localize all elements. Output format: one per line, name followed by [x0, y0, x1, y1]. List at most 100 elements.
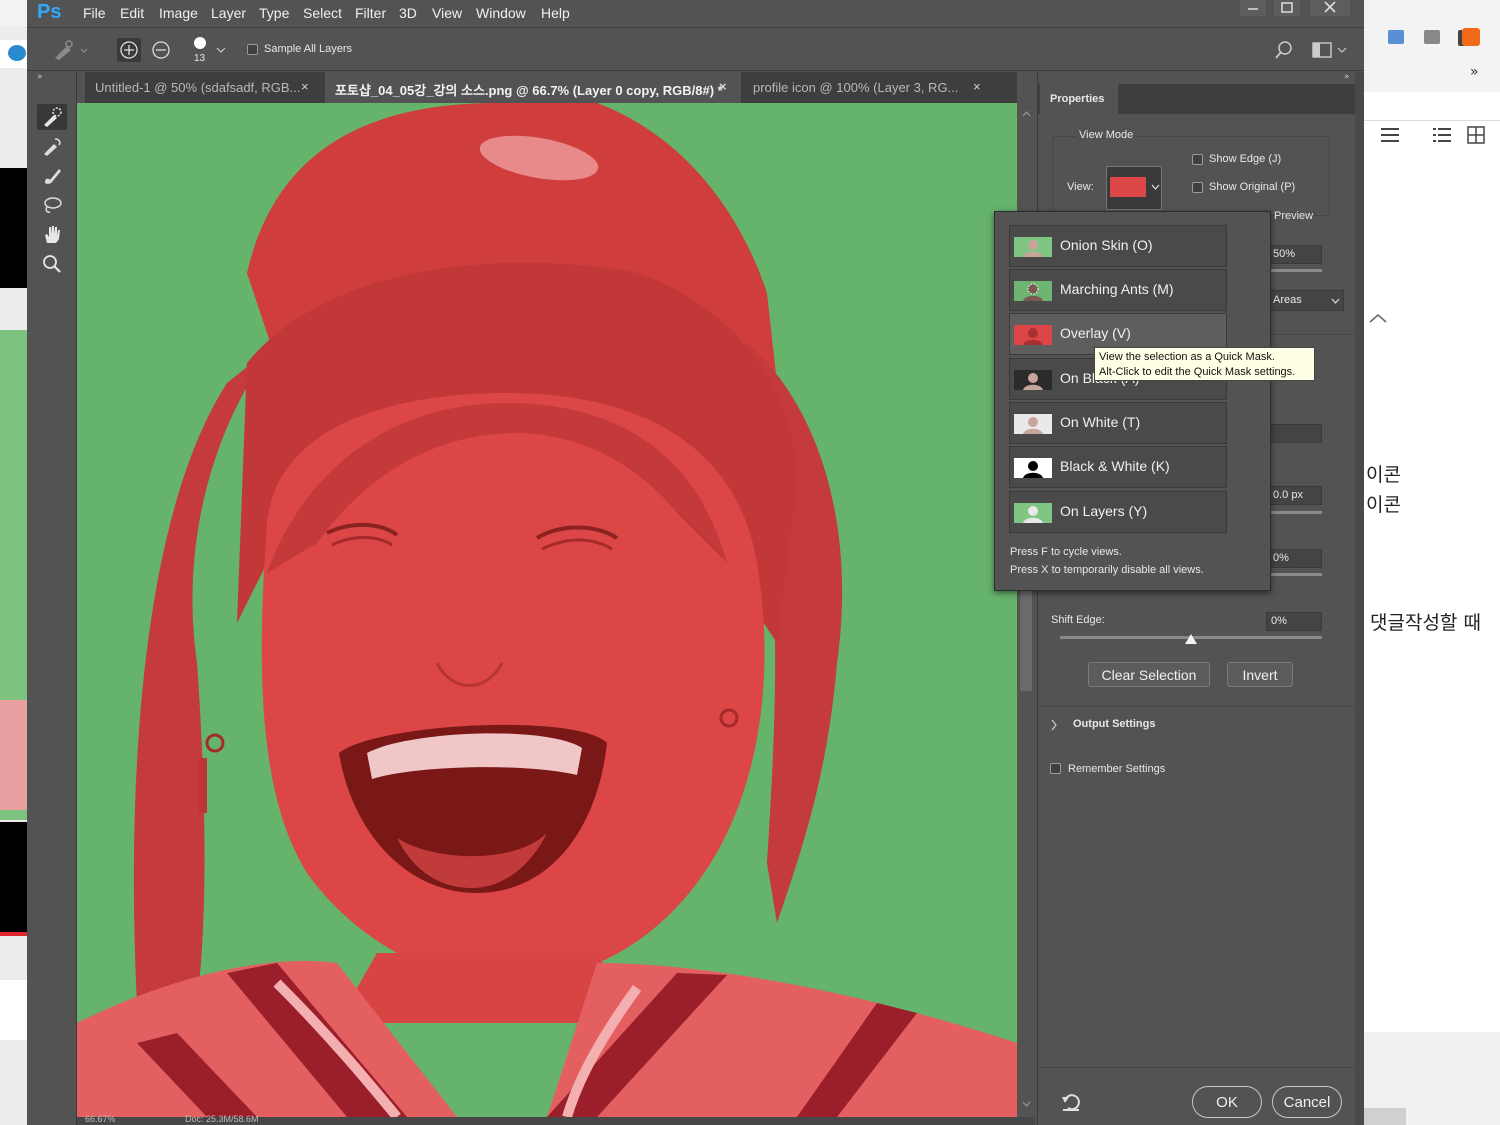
view-option-onion-skin[interactable]: Onion Skin (O) [1009, 225, 1227, 267]
chevron-right-icon[interactable] [1050, 719, 1058, 731]
menu-window[interactable]: Window [476, 5, 526, 21]
menu-bar: Ps File Edit Image Layer Type Select Fil… [27, 0, 1364, 27]
background-browser-right: » 이콘 이콘 댓글작성할 때 [1364, 0, 1500, 1125]
brush-size-preview-icon[interactable] [192, 36, 208, 52]
quick-selection-tool-icon[interactable] [37, 104, 67, 130]
tooltip-line-2: Alt-Click to edit the Quick Mask setting… [1099, 366, 1296, 378]
chevron-down-icon [1151, 184, 1160, 190]
shift-edge-field[interactable]: 0% [1266, 612, 1322, 631]
ok-button[interactable]: OK [1192, 1086, 1262, 1118]
overlay-thumb-icon [1110, 177, 1146, 197]
tooltip-line-1: View the selection as a Quick Mask. [1099, 351, 1275, 363]
brush-tool-icon[interactable] [37, 162, 67, 188]
tab-untitled-1[interactable]: Untitled-1 @ 50% (sdafsadf, RGB... × [85, 72, 325, 103]
svg-text:»: » [1344, 72, 1350, 80]
list-icon[interactable] [1432, 126, 1452, 144]
add-to-selection-icon[interactable] [117, 38, 141, 62]
zoom-tool-icon[interactable] [37, 251, 67, 277]
tab-properties[interactable]: Properties [1040, 84, 1118, 114]
view-mode-group [1052, 136, 1330, 216]
remember-settings-checkbox[interactable] [1050, 763, 1061, 774]
subtract-from-selection-icon[interactable] [149, 38, 173, 62]
page-text-2: 이콘 [1366, 494, 1401, 516]
view-option-on-layers[interactable]: On Layers (Y) [1009, 491, 1227, 533]
view-option-on-white[interactable]: On White (T) [1009, 402, 1227, 444]
tab-photoshop-lecture-source[interactable]: 포토샵_04_05강_강의 소스.png @ 66.7% (Layer 0 co… [325, 72, 741, 103]
menu-help[interactable]: Help [541, 5, 570, 21]
refine-edge-brush-icon[interactable] [37, 133, 67, 159]
document-tabs: Untitled-1 @ 50% (sdafsadf, RGB... × 포토샵… [85, 72, 1017, 103]
invert-button[interactable]: Invert [1227, 662, 1293, 687]
collapse-tools-icon[interactable]: » [37, 72, 65, 80]
show-edge-checkbox[interactable] [1192, 154, 1203, 165]
smooth-field[interactable] [1268, 424, 1322, 443]
reset-icon[interactable] [1060, 1091, 1082, 1113]
tab-close-icon[interactable]: × [973, 79, 981, 94]
tab-close-icon[interactable]: × [301, 79, 309, 94]
scroll-down-arrow-icon[interactable] [1022, 1101, 1031, 1107]
menu-file[interactable]: File [83, 5, 106, 21]
extension-icon[interactable] [1388, 30, 1404, 44]
view-mode-selector[interactable] [1106, 166, 1162, 210]
search-icon[interactable] [1274, 40, 1294, 60]
shift-edge-slider-thumb[interactable] [1185, 634, 1197, 644]
minimize-icon[interactable] [1240, 0, 1266, 16]
print-icon[interactable] [1424, 30, 1440, 44]
show-original-checkbox[interactable] [1192, 182, 1203, 193]
brush-size-value: 13 [194, 53, 206, 64]
doc-size: Doc: 25.3M/58.6M [185, 1114, 259, 1124]
lasso-tool-icon[interactable] [37, 192, 67, 218]
close-icon[interactable] [1310, 0, 1350, 16]
menu-3d[interactable]: 3D [399, 5, 417, 21]
align-icon[interactable] [1380, 126, 1400, 144]
menu-layer[interactable]: Layer [211, 5, 246, 21]
overflow-chevron-icon[interactable]: » [1470, 64, 1479, 80]
preview-label: Preview [1274, 210, 1314, 222]
contrast-field[interactable]: 0% [1268, 549, 1322, 568]
show-original-label: Show Original (P) [1209, 181, 1296, 193]
menu-filter[interactable]: Filter [355, 5, 386, 21]
view-label: View: [1067, 181, 1094, 193]
opacity-slider-track[interactable] [1268, 269, 1322, 272]
clear-selection-button[interactable]: Clear Selection [1088, 662, 1210, 687]
comment-text: 댓글작성할 때 [1370, 612, 1481, 634]
tools-panel: » [27, 72, 77, 1125]
scroll-up-arrow-icon[interactable] [1022, 111, 1031, 117]
browser-logo-icon [0, 40, 27, 68]
menu-select[interactable]: Select [303, 5, 342, 21]
status-bar: 66.67% Doc: 25.3M/58.6M [77, 1114, 1035, 1125]
menu-image[interactable]: Image [159, 5, 198, 21]
brush-picker-chevron-icon[interactable] [215, 46, 227, 54]
menu-edit[interactable]: Edit [120, 5, 144, 21]
view-mode-dropdown: Onion Skin (O) Marching Ants (M) Overlay… [994, 211, 1271, 591]
cancel-button[interactable]: Cancel [1272, 1086, 1342, 1118]
table-icon[interactable] [1466, 126, 1486, 144]
sample-all-layers-checkbox[interactable] [247, 44, 258, 55]
disable-views-hint: Press X to temporarily disable all views… [1010, 564, 1204, 576]
black-white-thumb-icon [1014, 458, 1052, 478]
radius-slider-track[interactable] [1268, 511, 1322, 514]
tool-preset-icon[interactable] [49, 38, 89, 62]
collapse-chevron-icon[interactable] [1368, 312, 1388, 324]
document-canvas[interactable] [77, 103, 1017, 1117]
opacity-field[interactable]: 50% [1268, 245, 1322, 264]
menu-type[interactable]: Type [259, 5, 289, 21]
show-edge-label: Show Edge (J) [1209, 153, 1282, 165]
areas-dropdown[interactable]: Areas [1268, 290, 1344, 311]
tab-profile-icon[interactable]: profile icon @ 100% (Layer 3, RG... × [743, 72, 1017, 103]
menu-view[interactable]: View [432, 5, 462, 21]
output-settings-label[interactable]: Output Settings [1073, 718, 1156, 730]
tab-close-icon[interactable]: × [719, 79, 727, 94]
zoom-level: 66.67% [85, 1114, 116, 1124]
hand-tool-icon[interactable] [37, 221, 67, 247]
radius-field[interactable]: 0.0 px [1268, 486, 1322, 505]
contrast-slider-track[interactable] [1268, 573, 1322, 576]
maximize-icon[interactable] [1274, 0, 1300, 16]
options-bar: 13 Sample All Layers [27, 27, 1364, 71]
view-option-black-white[interactable]: Black & White (K) [1009, 446, 1227, 488]
marching-ants-thumb-icon [1014, 281, 1052, 301]
tab-label: Untitled-1 @ 50% (sdafsadf, RGB... [95, 80, 301, 95]
cycle-views-hint: Press F to cycle views. [1010, 546, 1122, 558]
view-option-marching-ants[interactable]: Marching Ants (M) [1009, 269, 1227, 311]
workspace-icon[interactable] [1311, 41, 1347, 59]
